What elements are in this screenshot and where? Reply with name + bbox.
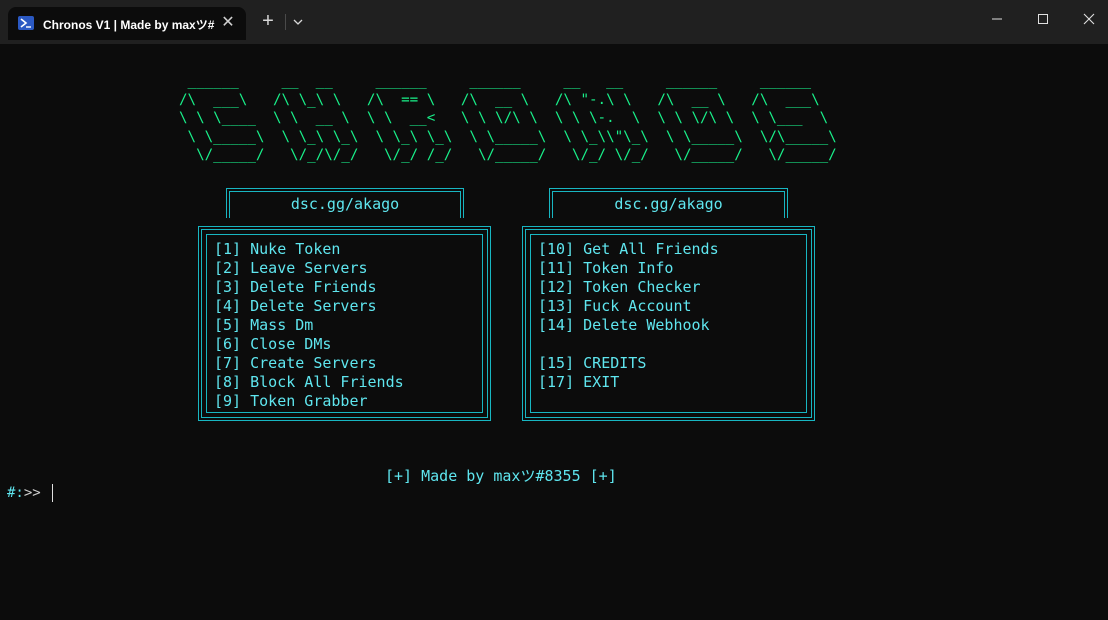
left-menu-item: [3] Delete Friends	[214, 278, 377, 296]
left-menu-panel: [1] Nuke Token [2] Leave Servers [3] Delet…	[198, 226, 491, 421]
left-panel-header: dsc.gg/akago	[226, 188, 464, 218]
left-menu-item: [5] Mass Dm	[214, 316, 314, 334]
ascii-banner: ______ __ __ ______ ______ __ __ ______ …	[179, 73, 837, 163]
new-tab-button[interactable]: +	[256, 11, 280, 33]
text-cursor	[52, 484, 53, 502]
right-menu-item: [17] EXIT	[538, 373, 620, 391]
terminal-output[interactable]: ______ __ __ ______ ______ __ __ ______ …	[0, 44, 1108, 620]
right-menu-item	[538, 335, 719, 354]
right-menu-item: [13] Fuck Account	[538, 297, 692, 315]
right-menu-item: [14] Delete Webhook	[538, 316, 710, 334]
right-menu-item: [15] CREDITS	[538, 354, 647, 372]
close-window-button[interactable]	[1066, 0, 1108, 38]
right-panel-header-text: dsc.gg/akago	[614, 195, 723, 213]
right-menu-item: [12] Token Checker	[538, 278, 701, 296]
left-menu-item: [6] Close DMs	[214, 335, 332, 353]
close-tab-icon[interactable]: ✕	[218, 13, 238, 33]
left-menu-item: [1] Nuke Token	[214, 240, 341, 258]
left-menu-item: [9] Token Grabber	[214, 392, 368, 410]
powershell-icon	[18, 16, 34, 30]
left-menu-item: [8] Block All Friends	[214, 373, 404, 391]
right-panel-header: dsc.gg/akago	[549, 188, 788, 218]
prompt-symbol: #:	[7, 485, 24, 501]
left-menu-list: [1] Nuke Token [2] Leave Servers [3] Delet…	[214, 240, 404, 411]
left-panel-header-text: dsc.gg/akago	[290, 195, 400, 213]
tab-title: Chronos V1 | Made by maxツ#	[43, 18, 215, 32]
right-menu-item: [10] Get All Friends	[538, 240, 719, 258]
prompt-arrow: >>	[23, 485, 41, 501]
minimize-button[interactable]	[974, 0, 1020, 38]
maximize-button[interactable]	[1020, 0, 1066, 38]
chevron-down-icon[interactable]	[289, 12, 307, 32]
title-bar: Chronos V1 | Made by maxツ# ✕ +	[0, 0, 1108, 44]
left-menu-item: [4] Delete Servers	[214, 297, 377, 315]
right-menu-panel: [10] Get All Friends [11] Token Info [12] …	[522, 226, 815, 421]
right-menu-list: [10] Get All Friends [11] Token Info [12] …	[538, 240, 719, 392]
left-menu-item: [2] Leave Servers	[214, 259, 368, 277]
credit-line: [+] Made by maxツ#8355 [+]	[385, 467, 617, 485]
command-prompt[interactable]: #:>>	[7, 485, 41, 501]
minimize-icon	[992, 18, 1002, 20]
maximize-icon	[1038, 14, 1048, 24]
right-menu-item: [11] Token Info	[538, 259, 674, 277]
close-icon	[1083, 13, 1095, 25]
left-menu-item: [7] Create Servers	[214, 354, 377, 372]
terminal-tab[interactable]: Chronos V1 | Made by maxツ# ✕	[8, 7, 246, 40]
tab-separator	[285, 14, 286, 30]
